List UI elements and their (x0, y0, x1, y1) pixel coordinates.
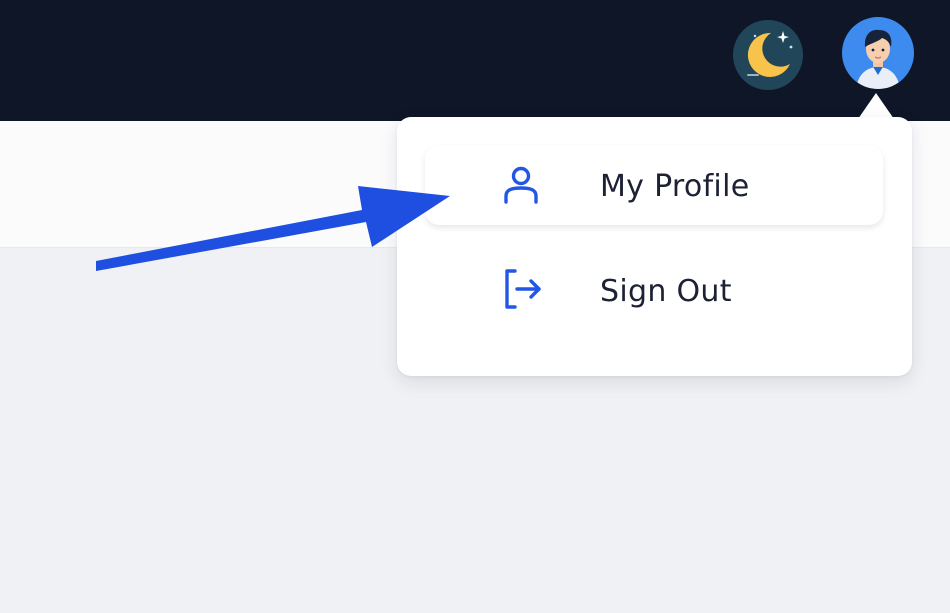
dropdown-caret (858, 93, 894, 119)
my-profile-label: My Profile (600, 169, 750, 204)
sign-out-icon (497, 265, 545, 313)
sign-out-menu-item[interactable]: Sign Out (425, 257, 883, 337)
user-icon (497, 161, 545, 209)
my-profile-menu-item[interactable]: My Profile (425, 145, 883, 225)
moon-icon (747, 31, 793, 77)
theme-toggle-button[interactable] (733, 20, 803, 90)
top-navigation-bar (0, 0, 950, 121)
user-avatar-icon (856, 29, 900, 89)
user-avatar-button[interactable] (842, 17, 914, 89)
sign-out-label: Sign Out (600, 274, 732, 309)
user-dropdown-menu: My Profile Sign Out (397, 117, 912, 376)
